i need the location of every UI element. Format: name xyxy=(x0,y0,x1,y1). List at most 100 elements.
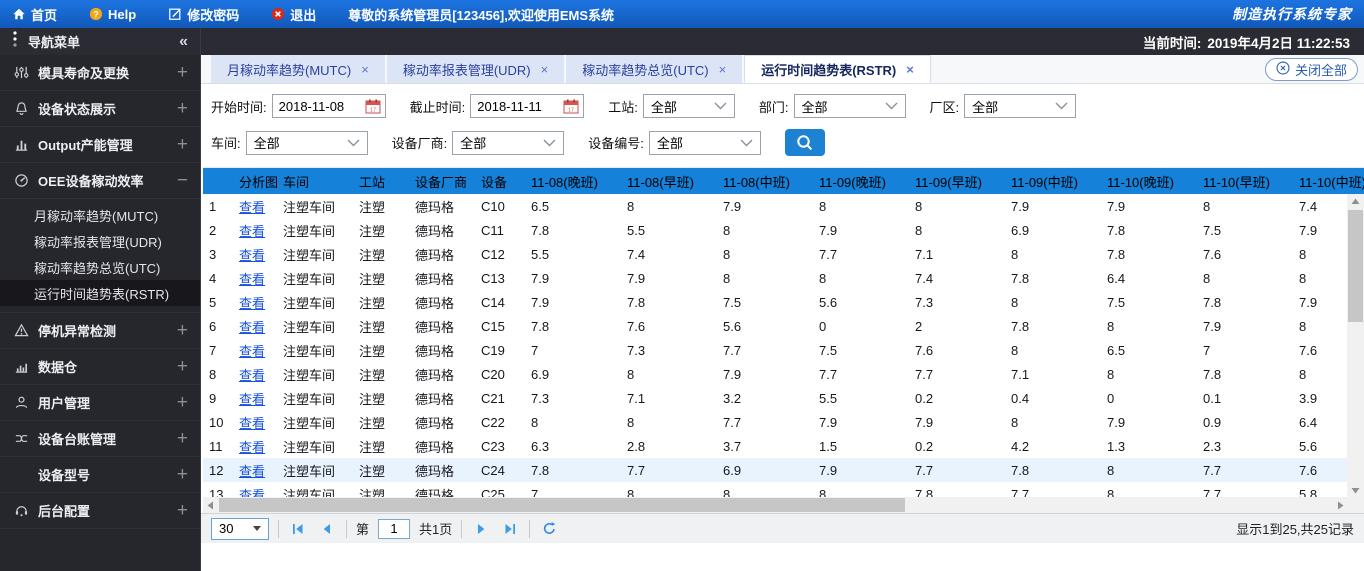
sidebar-collapse-button[interactable]: « xyxy=(179,33,188,51)
sidebar-subitem-4[interactable]: 运行时间趋势表(RSTR) xyxy=(0,280,200,306)
first-page-button[interactable] xyxy=(288,519,308,539)
expand-plus-icon[interactable]: + xyxy=(177,320,188,342)
vertical-scrollbar[interactable] xyxy=(1347,194,1364,497)
collapse-minus-icon[interactable]: − xyxy=(177,170,188,192)
view-chart-link[interactable]: 查看 xyxy=(239,269,265,288)
tab-close-icon[interactable]: × xyxy=(361,62,369,77)
column-header: 11-08(中班) xyxy=(723,174,790,190)
close-all-tabs-button[interactable]: 关闭全部 xyxy=(1264,58,1358,81)
close-circle-icon xyxy=(1276,61,1290,78)
vertical-scrollbar-thumb[interactable] xyxy=(1348,210,1363,322)
expand-plus-icon[interactable]: + xyxy=(177,428,188,450)
station-cell: 注塑 xyxy=(359,199,386,215)
view-chart-link[interactable]: 查看 xyxy=(239,245,265,264)
select-field[interactable]: 全部 xyxy=(245,130,368,155)
tab-close-icon[interactable]: × xyxy=(906,62,914,77)
next-page-button[interactable] xyxy=(471,519,491,539)
tab-1[interactable]: 月稼动率趋势(MUTC) × xyxy=(211,55,385,83)
sidebar-item-2[interactable]: 设备状态展示 + xyxy=(0,91,200,127)
tab-4[interactable]: 运行时间趋势表(RSTR) × xyxy=(744,55,931,83)
sidebar-item-8[interactable]: 设备台账管理 + xyxy=(0,421,200,457)
refresh-button[interactable] xyxy=(539,519,559,539)
expand-plus-icon[interactable]: + xyxy=(177,98,188,120)
view-chart-link[interactable]: 查看 xyxy=(239,293,265,312)
filter-label: 车间: xyxy=(211,136,241,151)
filter-field: 设备厂商: 全部 xyxy=(392,130,565,155)
view-chart-link[interactable]: 查看 xyxy=(239,461,265,480)
sliders-icon xyxy=(12,65,30,80)
sidebar-subitem-1[interactable]: 月稼动率趋势(MUTC) xyxy=(0,202,200,228)
view-chart-link[interactable]: 查看 xyxy=(239,365,265,384)
vendor-cell: 德玛格 xyxy=(415,271,455,287)
scroll-up-icon[interactable] xyxy=(1347,194,1364,208)
view-chart-link[interactable]: 查看 xyxy=(239,221,265,240)
search-button[interactable] xyxy=(784,129,825,156)
sidebar-item-3[interactable]: Output产能管理 + xyxy=(0,127,200,163)
select-field[interactable]: 全部 xyxy=(964,94,1077,118)
view-chart-link[interactable]: 查看 xyxy=(239,197,265,216)
tab-close-icon[interactable]: × xyxy=(541,62,549,77)
device-cell: C10 xyxy=(481,198,505,214)
sidebar-item-9[interactable]: 设备型号 + xyxy=(0,457,200,493)
value-cell: 8 xyxy=(1107,318,1115,334)
expand-plus-icon[interactable]: + xyxy=(177,134,188,156)
sidebar-item-7[interactable]: 用户管理 + xyxy=(0,385,200,421)
tab-2[interactable]: 稼动率报表管理(UDR) × xyxy=(386,55,565,83)
view-chart-link[interactable]: 查看 xyxy=(239,437,265,456)
horizontal-scrollbar-thumb[interactable] xyxy=(219,498,906,512)
sidebar-subitem-3[interactable]: 稼动率趋势总览(UTC) xyxy=(0,254,200,280)
select-field[interactable]: 全部 xyxy=(452,130,565,155)
scroll-left-icon[interactable] xyxy=(203,497,217,513)
sidebar-item-4[interactable]: OEE设备稼动效率 − xyxy=(0,163,200,199)
prev-page-button[interactable] xyxy=(317,519,337,539)
view-chart-link[interactable]: 查看 xyxy=(239,413,265,432)
vendor-cell: 德玛格 xyxy=(415,367,455,383)
topbar-item-2[interactable]: ? Help xyxy=(89,7,136,22)
sidebar-item-5[interactable]: 停机异常检测 + xyxy=(0,313,200,349)
value-cell: 2.3 xyxy=(1203,438,1222,454)
topbar-item-3[interactable]: 修改密码 xyxy=(168,5,239,24)
expand-plus-icon[interactable]: + xyxy=(177,392,188,414)
expand-plus-icon[interactable]: + xyxy=(177,62,188,84)
sidebar-item-6[interactable]: 数据仓 + xyxy=(0,349,200,385)
table-header-row: 分析图 车间 工站 设备厂商 设备 11-08(晚班) 11-08(早班) 11-08(中班)… xyxy=(203,168,1364,194)
expand-plus-icon[interactable]: + xyxy=(177,356,188,378)
sidebar-item-10[interactable]: 后台配置 + xyxy=(0,493,200,529)
vendor-cell: 德玛格 xyxy=(415,391,455,407)
value-cell: 7.6 xyxy=(915,342,934,358)
date-input[interactable] xyxy=(272,98,365,114)
select-field[interactable]: 全部 xyxy=(642,94,735,118)
sidebar-item-1[interactable]: 模具寿命及更换 + xyxy=(0,55,200,91)
topbar-item-1[interactable]: 首页 xyxy=(12,5,57,24)
value-cell: 7.7 xyxy=(723,342,742,358)
scroll-right-icon[interactable] xyxy=(1333,497,1347,513)
date-field: 17 xyxy=(271,94,386,118)
expand-plus-icon[interactable]: + xyxy=(177,500,188,522)
page-size-select[interactable]: 30 xyxy=(211,517,269,540)
select-value: 全部 xyxy=(801,99,828,115)
expand-plus-icon[interactable]: + xyxy=(177,464,188,486)
last-page-button[interactable] xyxy=(500,519,520,539)
tab-3[interactable]: 稼动率趋势总览(UTC) × xyxy=(566,55,743,83)
value-cell: 7.3 xyxy=(627,342,646,358)
sidebar-subitem-2[interactable]: 稼动率报表管理(UDR) xyxy=(0,228,200,254)
horizontal-scrollbar[interactable] xyxy=(203,497,1347,513)
scroll-down-icon[interactable] xyxy=(1347,483,1364,497)
view-chart-link[interactable]: 查看 xyxy=(239,341,265,360)
date-input[interactable] xyxy=(471,98,564,114)
value-cell: 7.8 xyxy=(531,318,550,334)
topbar-item-4[interactable]: 退出 xyxy=(271,5,316,24)
select-field[interactable]: 全部 xyxy=(793,94,906,118)
view-chart-link[interactable]: 查看 xyxy=(239,389,265,408)
column-header: 11-10(晚班) xyxy=(1107,174,1174,190)
page-number-input[interactable] xyxy=(378,518,411,539)
filter-field: 截止时间: 17 xyxy=(410,94,585,118)
tab-label: 运行时间趋势表(RSTR) xyxy=(761,62,897,78)
tab-close-icon[interactable]: × xyxy=(719,62,727,77)
select-field[interactable]: 全部 xyxy=(648,130,761,155)
value-cell: 7.7 xyxy=(915,462,934,478)
view-chart-link[interactable]: 查看 xyxy=(239,317,265,336)
calendar-icon[interactable]: 17 xyxy=(563,99,579,114)
calendar-icon[interactable]: 17 xyxy=(365,99,381,114)
value-cell: 6.9 xyxy=(531,366,550,382)
